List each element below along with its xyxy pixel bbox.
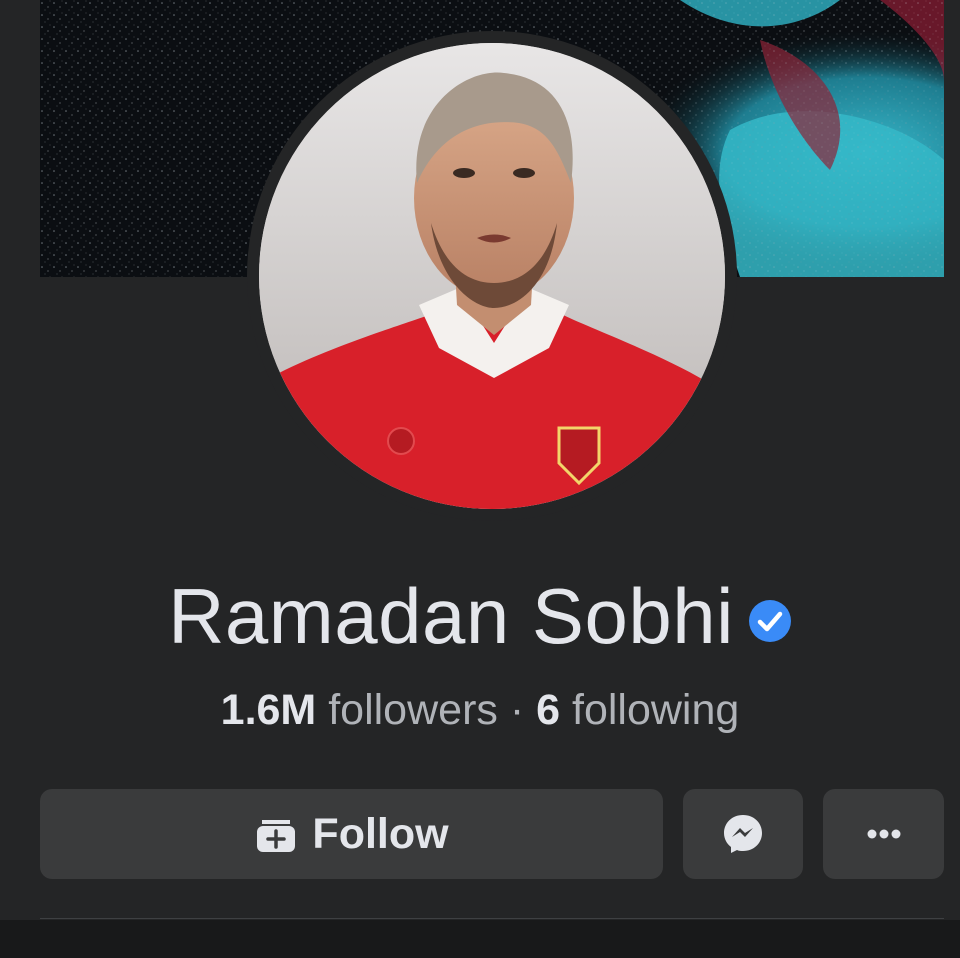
more-options-button[interactable]: [823, 789, 944, 879]
stats-separator: ·: [509, 686, 525, 734]
messenger-icon: [724, 815, 762, 853]
more-options-icon: [867, 829, 900, 839]
follow-label: Follow: [312, 809, 449, 858]
follow-add-icon: [257, 820, 296, 852]
following-count[interactable]: 6: [536, 686, 560, 734]
followers-label[interactable]: followers: [328, 686, 498, 734]
section-divider: [40, 918, 944, 919]
profile-name-row: Ramadan Sobhi: [0, 570, 960, 662]
profile-page: Ramadan Sobhi 1.6M followers · 6 followi…: [0, 0, 960, 958]
messenger-button[interactable]: [683, 789, 803, 879]
profile-name: Ramadan Sobhi: [168, 572, 734, 660]
followers-count[interactable]: 1.6M: [221, 686, 317, 734]
following-label[interactable]: following: [572, 686, 739, 734]
follow-button[interactable]: Follow: [40, 789, 663, 879]
profile-avatar[interactable]: [259, 43, 725, 509]
bottom-band: [0, 920, 960, 958]
verified-badge-icon: [748, 600, 791, 642]
profile-stats: 1.6M followers · 6 following: [0, 682, 960, 738]
